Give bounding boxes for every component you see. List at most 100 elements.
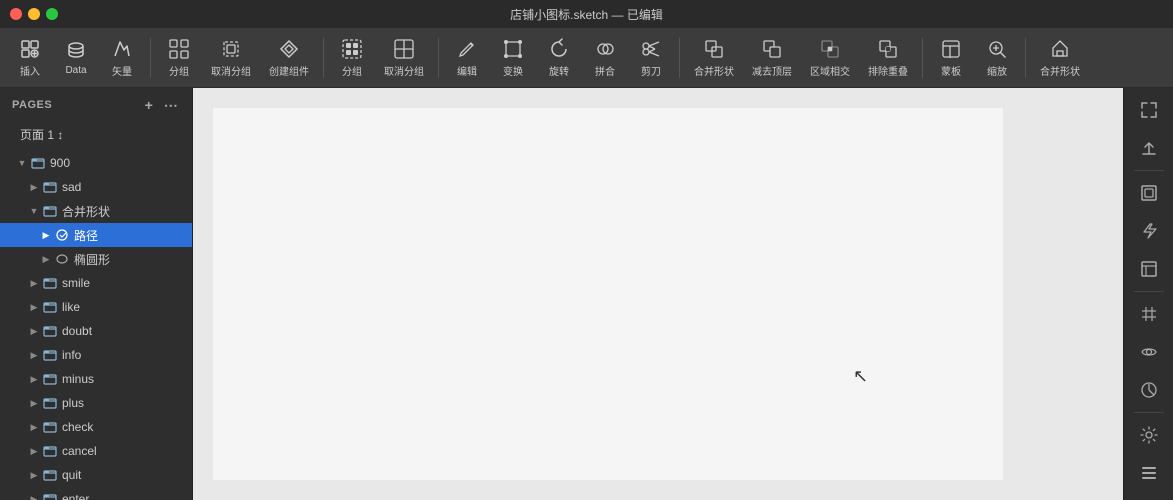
- layer-minus-label: minus: [62, 372, 94, 386]
- flash-button[interactable]: [1131, 213, 1167, 249]
- sidebar-header-actions: + ⋯: [140, 96, 180, 114]
- chevron-right-icon: ▶: [28, 373, 40, 385]
- chart-button[interactable]: [1131, 372, 1167, 408]
- dedup-icon: [877, 38, 899, 60]
- layer-check[interactable]: ▶ check: [0, 415, 192, 439]
- layer-info-label: info: [62, 348, 81, 362]
- zoom-label: 缩放: [987, 63, 1007, 78]
- layer-like-label: like: [62, 300, 80, 314]
- layer-path[interactable]: ▶ 路径: [0, 223, 192, 247]
- minimize-button[interactable]: [28, 8, 40, 20]
- rp-divider-1: [1134, 170, 1164, 171]
- ungroup-button[interactable]: 取消分组: [203, 34, 259, 82]
- chevron-down-icon: ▼: [28, 205, 40, 217]
- zoom-button[interactable]: 缩放: [975, 34, 1019, 82]
- folder-icon: [42, 323, 58, 339]
- component-icon: [278, 38, 300, 60]
- folder-icon: [42, 275, 58, 291]
- ellipse-icon: [54, 251, 70, 267]
- group2-button[interactable]: 分组: [330, 34, 374, 82]
- layer-check-label: check: [62, 420, 93, 434]
- toolbar: 插入 Data 矢量 分组: [0, 28, 1173, 88]
- layer-merge-shape[interactable]: ▼ 合并形状: [0, 199, 192, 223]
- group2-label: 分组: [342, 63, 362, 78]
- merge-button[interactable]: 合并形状: [686, 34, 742, 82]
- group-label: 分组: [169, 63, 189, 78]
- fit2-button[interactable]: [1131, 175, 1167, 211]
- window-title: 店铺小图标.sketch — 已编辑: [510, 6, 663, 23]
- combine-button[interactable]: 拼合: [583, 34, 627, 82]
- intersect-icon: [819, 38, 841, 60]
- combine-label: 拼合: [595, 63, 615, 78]
- intersect-button[interactable]: 区域相交: [802, 34, 858, 82]
- component-label: 创建组件: [269, 63, 309, 78]
- export-up-button[interactable]: [1131, 130, 1167, 166]
- subtract-icon: [761, 38, 783, 60]
- zoom-icon: [986, 38, 1008, 60]
- data-icon: [65, 40, 87, 62]
- template-icon: [940, 38, 962, 60]
- layer-minus[interactable]: ▶ minus: [0, 367, 192, 391]
- chevron-right-icon: ▶: [40, 229, 52, 241]
- edit-button[interactable]: 编辑: [445, 34, 489, 82]
- folder-icon: [42, 443, 58, 459]
- ungroup2-icon: [393, 38, 415, 60]
- scissors-icon: [640, 38, 662, 60]
- transform-label: 变换: [503, 63, 523, 78]
- frame-button[interactable]: [1131, 251, 1167, 287]
- insert-button[interactable]: 插入: [8, 34, 52, 82]
- mergeShape-button[interactable]: 合并形状: [1032, 34, 1088, 82]
- rp-divider-2: [1134, 291, 1164, 292]
- subtract-button[interactable]: 减去顶层: [744, 34, 800, 82]
- page-item-1[interactable]: 页面 1 ↕: [0, 122, 192, 147]
- chevron-down-icon: ▼: [16, 157, 28, 169]
- layer-like[interactable]: ▶ like: [0, 295, 192, 319]
- toolbar-divider-2: [323, 38, 324, 78]
- settings-button[interactable]: [1131, 417, 1167, 453]
- layer-ellipse[interactable]: ▶ 椭圆形: [0, 247, 192, 271]
- layer-quit[interactable]: ▶ quit: [0, 463, 192, 487]
- layer-smile[interactable]: ▶ smile: [0, 271, 192, 295]
- close-button[interactable]: [10, 8, 22, 20]
- template-button[interactable]: 蒙板: [929, 34, 973, 82]
- dedup-button[interactable]: 排除重叠: [860, 34, 916, 82]
- mergeShape-label: 合并形状: [1040, 63, 1080, 78]
- layer-cancel[interactable]: ▶ cancel: [0, 439, 192, 463]
- fit-button[interactable]: [1131, 92, 1167, 128]
- vector-button[interactable]: 矢量: [100, 34, 144, 82]
- chevron-right-icon: ▶: [28, 277, 40, 289]
- sidebar: PAGES + ⋯ 页面 1 ↕ ▼ 900 ▶: [0, 88, 193, 500]
- eye-button[interactable]: [1131, 334, 1167, 370]
- rotate-button[interactable]: 旋转: [537, 34, 581, 82]
- layer-doubt[interactable]: ▶ doubt: [0, 319, 192, 343]
- layer-cancel-label: cancel: [62, 444, 97, 458]
- scissors-button[interactable]: 剪刀: [629, 34, 673, 82]
- group-button[interactable]: 分组: [157, 34, 201, 82]
- layer-plus[interactable]: ▶ plus: [0, 391, 192, 415]
- ungroup2-button[interactable]: 取消分组: [376, 34, 432, 82]
- layer-info[interactable]: ▶ info: [0, 343, 192, 367]
- pages-menu-button[interactable]: ⋯: [162, 96, 180, 114]
- scissors-label: 剪刀: [641, 63, 661, 78]
- chevron-right-icon: ▶: [28, 325, 40, 337]
- layer-smile-label: smile: [62, 276, 90, 290]
- data-button[interactable]: Data: [54, 36, 98, 80]
- folder-icon: [42, 299, 58, 315]
- chevron-right-icon: ▶: [40, 253, 52, 265]
- transform-button[interactable]: 变换: [491, 34, 535, 82]
- add-page-button[interactable]: +: [140, 96, 158, 114]
- layer-sad[interactable]: ▶ sad: [0, 175, 192, 199]
- ungroup-icon: [220, 38, 242, 60]
- more-button[interactable]: [1131, 455, 1167, 491]
- grid-button[interactable]: [1131, 296, 1167, 332]
- canvas[interactable]: ↖: [193, 88, 1123, 500]
- chevron-right-icon: ▶: [28, 421, 40, 433]
- sidebar-header: PAGES + ⋯: [0, 88, 192, 122]
- layer-sad-label: sad: [62, 180, 81, 194]
- layer-enter[interactable]: ▶ enter: [0, 487, 192, 500]
- folder-icon: [42, 371, 58, 387]
- component-button[interactable]: 创建组件: [261, 34, 317, 82]
- layer-900[interactable]: ▼ 900: [0, 151, 192, 175]
- layer-doubt-label: doubt: [62, 324, 92, 338]
- maximize-button[interactable]: [46, 8, 58, 20]
